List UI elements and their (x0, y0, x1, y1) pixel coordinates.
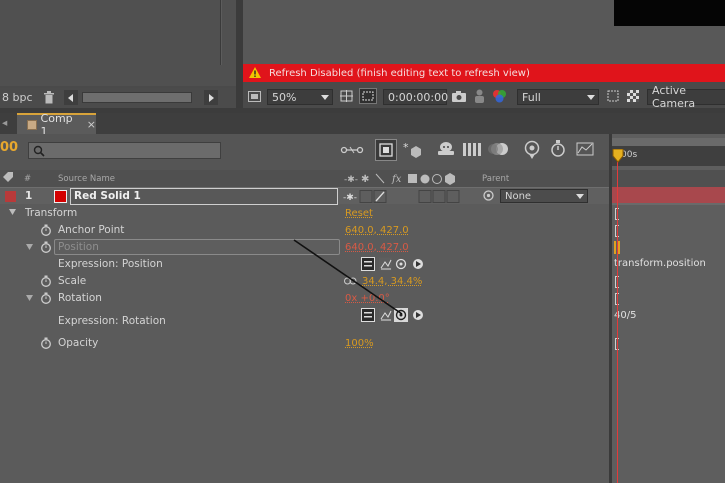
scroll-left-icon[interactable] (64, 90, 78, 105)
anchor-point-label: Anchor Point (58, 224, 125, 236)
trash-icon[interactable] (42, 90, 56, 105)
layer-row[interactable]: 1 Red Solid 1 -✱- None (0, 187, 612, 205)
project-panel (0, 0, 236, 86)
rotation-label: Rotation (58, 292, 102, 304)
column-divider (221, 0, 222, 65)
horizontal-scrollbar-thumb[interactable] (82, 92, 192, 103)
layer-search-input[interactable] (28, 142, 221, 159)
stopwatch-icon[interactable] (40, 292, 52, 304)
frame-blending-icon[interactable] (462, 141, 482, 159)
scroll-right-icon[interactable] (204, 90, 218, 105)
transform-reset-link[interactable]: Reset (345, 208, 373, 219)
layer-source-swatch (54, 190, 67, 203)
view-value: Active Camera (652, 84, 696, 110)
zoom-value: 50% (272, 90, 297, 104)
column-parent-header[interactable]: Parent (482, 174, 509, 184)
pickwhip-icon[interactable] (482, 189, 495, 202)
draft-3d-icon[interactable]: * (403, 141, 423, 159)
panel-divider[interactable] (236, 0, 243, 108)
search-icon (33, 145, 45, 157)
time-ruler[interactable]: 00s (612, 138, 725, 166)
bpc-label[interactable]: 8 bpc (2, 91, 33, 104)
warning-text: Refresh Disabled (finish editing text to… (269, 67, 530, 79)
svg-text:-✱-: -✱- (343, 193, 357, 203)
live-update-icon[interactable] (375, 139, 397, 161)
camera-snapshot-icon[interactable] (451, 89, 467, 103)
comp-canvas-area (614, 0, 725, 26)
resolution-select[interactable]: Full (517, 89, 599, 105)
column-source-name-header[interactable]: Source Name (58, 174, 115, 184)
chevron-down-icon[interactable] (26, 244, 33, 250)
transform-label: Transform (25, 207, 78, 219)
zoom-select[interactable]: 50% (267, 89, 333, 105)
viewer-toolbar: 50% 0:00:00:00 Full Active Camera (243, 84, 725, 110)
close-icon[interactable]: × (87, 118, 96, 131)
graph-editor-icon[interactable] (576, 140, 596, 160)
motion-blur-icon[interactable] (488, 141, 510, 159)
view-select[interactable]: Active Camera (647, 84, 725, 110)
position-label: Position (58, 241, 99, 253)
transparency-grid-icon[interactable] (625, 89, 640, 103)
svg-text:✱: ✱ (361, 174, 369, 185)
auto-keyframe-icon[interactable] (550, 140, 568, 160)
switches-header-icons[interactable]: -✱- ✱ fx (344, 172, 464, 185)
layer-bar-separator (612, 203, 725, 205)
expression-position-text[interactable]: transform.position (614, 258, 706, 269)
tab-scroll-icon[interactable]: ◂ (2, 117, 7, 129)
anchor-point-value[interactable]: 640.0, 427.0 (345, 225, 409, 236)
color-channels-icon[interactable] (491, 88, 507, 104)
timeline-header-band (612, 170, 725, 187)
parent-select[interactable]: None (500, 189, 588, 203)
always-preview-icon[interactable] (247, 89, 262, 103)
stopwatch-icon[interactable] (40, 275, 52, 287)
opacity-row[interactable]: Opacity 100% (0, 335, 612, 352)
show-snapshot-icon[interactable] (472, 88, 486, 104)
tab-comp-1[interactable]: Comp 1 × (17, 112, 96, 138)
composition-icon (27, 119, 37, 130)
layer-switches[interactable]: -✱- (343, 190, 463, 203)
timeline-tab-bar: ◂ (0, 113, 725, 134)
current-time-indicator[interactable] (617, 150, 618, 483)
pickwhip-drag-line (293, 239, 403, 315)
work-area-bar[interactable] (612, 138, 725, 146)
stopwatch-icon[interactable] (40, 224, 52, 236)
scale-label: Scale (58, 275, 87, 287)
project-toolbar: 8 bpc (0, 88, 236, 108)
grid-guides-icon[interactable] (339, 89, 354, 103)
layer-number: 1 (25, 190, 33, 202)
chevron-down-icon[interactable] (26, 295, 33, 301)
layer-name: Red Solid 1 (74, 190, 141, 202)
svg-text:-✱-: -✱- (344, 175, 358, 185)
parent-value: None (505, 190, 532, 202)
resolution-value: Full (522, 90, 541, 104)
expression-position-label: Expression: Position (58, 258, 163, 270)
layer-label-color[interactable] (5, 191, 16, 202)
playhead-icon[interactable] (612, 149, 624, 163)
current-time-display[interactable]: 00 (0, 140, 18, 155)
column-number-header[interactable]: # (24, 174, 31, 184)
viewer-timecode-value: 0:00:00:00 (388, 90, 449, 104)
viewer-timecode[interactable]: 0:00:00:00 (383, 89, 449, 105)
position-keyframe-range[interactable] (614, 241, 622, 254)
hide-shy-layers-icon[interactable] (437, 141, 455, 159)
svg-text:fx: fx (391, 174, 402, 185)
expression-rotation-label: Expression: Rotation (58, 315, 166, 327)
refresh-disabled-bar: Refresh Disabled (finish editing text to… (243, 64, 725, 82)
region-of-interest-icon[interactable] (605, 89, 620, 103)
label-column-icon[interactable] (2, 172, 14, 183)
mask-visibility-icon[interactable] (359, 88, 377, 104)
stopwatch-icon[interactable] (40, 241, 52, 253)
brainstorm-icon[interactable] (523, 140, 541, 160)
chevron-down-icon[interactable] (9, 209, 16, 215)
svg-text:*: * (403, 141, 409, 154)
layer-column-header: # Source Name -✱- ✱ fx Parent (0, 170, 612, 187)
stopwatch-icon[interactable] (40, 337, 52, 349)
warning-icon (249, 67, 261, 78)
layer-name-field[interactable]: Red Solid 1 (70, 188, 338, 205)
comp-mini-flowchart-icon[interactable] (340, 143, 364, 157)
opacity-value[interactable]: 100% (345, 338, 374, 349)
layer-duration-bar[interactable] (612, 187, 725, 203)
opacity-label: Opacity (58, 337, 99, 349)
transform-group-row[interactable]: Transform Reset (0, 205, 612, 222)
